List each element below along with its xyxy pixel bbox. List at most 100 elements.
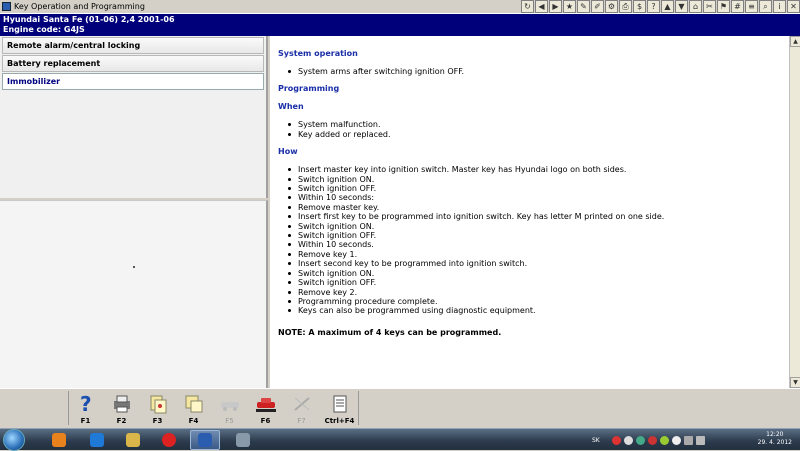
chart-icon[interactable]: ≡ xyxy=(745,0,758,13)
opera-icon[interactable] xyxy=(154,430,184,450)
title-bar: Key Operation and Programming ↻ ◀ ▶ ★ ✎ ✐ ⚙ ⎙ $?… xyxy=(0,0,800,14)
arrow-down-icon[interactable]: ▼ xyxy=(675,0,688,13)
info-icon[interactable]: i xyxy=(773,0,786,13)
settings-icon[interactable]: ⚙ xyxy=(605,0,618,13)
tray-app-icon[interactable] xyxy=(612,435,621,445)
tools-icon[interactable]: ✂ xyxy=(703,0,716,13)
fkey-label: F1 xyxy=(80,417,91,425)
svg-text:?: ? xyxy=(80,394,92,414)
heading-system-operation: System operation xyxy=(278,49,358,58)
start-button[interactable] xyxy=(3,429,25,451)
app-glyph xyxy=(236,433,250,447)
list-item: Insert second key to be programmed into … xyxy=(288,259,781,268)
clock-date: 29. 4. 2012 xyxy=(757,439,792,446)
arrow-up-icon[interactable]: ▲ xyxy=(661,0,674,13)
tray-app-icon[interactable] xyxy=(636,435,645,445)
app-glyph xyxy=(90,433,104,447)
function-key-bar: ? F1 F2 F3 F4 F5 F6 F7 Ctrl+F4 xyxy=(0,388,800,428)
scroll-down-icon[interactable]: ▼ xyxy=(790,377,800,388)
heading-how: How xyxy=(278,147,298,157)
document-icon xyxy=(147,393,169,415)
vehicle-model: Hyundai Santa Fe (01-06) 2,4 2001-06 xyxy=(3,15,175,24)
autodata-icon[interactable] xyxy=(190,430,220,450)
nav-panel: Remote alarm/central locking Battery rep… xyxy=(0,36,268,198)
fkey-f4-button[interactable]: F4 xyxy=(176,391,211,427)
content-pane: System operation System arms after switc… xyxy=(270,36,789,388)
tray-app-icon[interactable] xyxy=(648,435,657,445)
fkey-f3-button[interactable]: F3 xyxy=(140,391,175,427)
heading-when: When xyxy=(278,102,304,112)
list-item: Switch ignition ON. xyxy=(288,269,781,278)
list-item: Switch ignition OFF. xyxy=(288,231,781,240)
fkey-label: F5 xyxy=(225,417,234,425)
panel-marker xyxy=(133,266,135,268)
app-glyph xyxy=(198,433,212,447)
list-item: Remove master key. xyxy=(288,203,781,212)
fkey-label: F6 xyxy=(260,417,271,425)
fkey-f1-button[interactable]: ? F1 xyxy=(68,391,103,427)
app-icon xyxy=(2,2,11,11)
list-item: Remove key 2. xyxy=(288,288,781,297)
calculator-icon[interactable]: # xyxy=(731,0,744,13)
bookmark-icon[interactable]: ★ xyxy=(563,0,576,13)
list-item: Programming procedure complete. xyxy=(288,297,781,306)
fkey-f6-button[interactable]: F6 xyxy=(248,391,283,427)
clock[interactable]: 12:20 29. 4. 2012 xyxy=(758,431,792,447)
list-item: Switch ignition OFF. xyxy=(288,278,781,287)
notes-icon xyxy=(329,393,351,415)
list-item: Switch ignition ON. xyxy=(288,222,781,231)
fkey-label: F4 xyxy=(188,417,199,425)
app-glyph xyxy=(52,433,66,447)
vertical-scrollbar[interactable]: ▲ ▼ xyxy=(789,36,800,388)
list-item: Within 10 seconds: xyxy=(288,193,781,202)
list-item: Key added or replaced. xyxy=(288,130,781,139)
zoom-icon[interactable]: ⌕ xyxy=(759,0,772,13)
scroll-up-icon[interactable]: ▲ xyxy=(790,36,800,47)
refresh-icon[interactable]: ↻ xyxy=(521,0,534,13)
fkey-label: F3 xyxy=(152,417,163,425)
forward-icon[interactable]: ▶ xyxy=(549,0,562,13)
notes-icon[interactable]: ✎ xyxy=(577,0,590,13)
fkey-ctrl-f4-button[interactable]: Ctrl+F4 xyxy=(322,391,357,427)
dollar-icon[interactable]: $ xyxy=(633,0,646,13)
home-icon[interactable]: ⌂ xyxy=(689,0,702,13)
list-item: Insert first key to be programmed into i… xyxy=(288,212,781,221)
vehicle-info-bar: Hyundai Santa Fe (01-06) 2,4 2001-06 Eng… xyxy=(0,14,800,36)
list-item: Keys can also be programmed using diagno… xyxy=(288,306,781,315)
network-icon[interactable] xyxy=(684,435,693,445)
app-glyph xyxy=(126,433,140,447)
top-toolbar: ↻ ◀ ▶ ★ ✎ ✐ ⚙ ⎙ $? ▲ ▼ ⌂ ✂ ⚑ # ≡ ⌕ i ✕ xyxy=(521,0,800,14)
system-tray xyxy=(612,433,708,447)
file-explorer-icon[interactable] xyxy=(118,430,148,450)
exit-icon[interactable]: ✕ xyxy=(787,0,800,13)
list-item: Switch ignition OFF. xyxy=(288,184,781,193)
when-list: System malfunction. Key added or replace… xyxy=(278,120,781,139)
fkey-f2-button[interactable]: F2 xyxy=(104,391,139,427)
language-indicator[interactable]: SK xyxy=(592,433,600,447)
clock-time: 12:20 xyxy=(766,431,784,438)
help-icon[interactable]: ? xyxy=(647,0,660,13)
car-icon xyxy=(219,393,241,415)
heading-programming: Programming xyxy=(278,84,340,94)
nav-item-remote-alarm[interactable]: Remote alarm/central locking xyxy=(2,37,264,54)
nav-item-immobilizer[interactable]: Immobilizer xyxy=(2,73,264,90)
flag-icon[interactable]: ⚑ xyxy=(717,0,730,13)
internet-explorer-icon[interactable] xyxy=(82,430,112,450)
car-diagnostic-icon xyxy=(255,393,277,415)
tray-app-icon[interactable] xyxy=(624,435,633,445)
settings-app-icon[interactable] xyxy=(228,430,258,450)
list-item: System arms after switching ignition OFF… xyxy=(288,67,781,76)
back-icon[interactable]: ◀ xyxy=(535,0,548,13)
nav-item-battery-replacement[interactable]: Battery replacement xyxy=(2,55,264,72)
engine-code: Engine code: G4JS xyxy=(3,25,85,34)
print-icon[interactable]: ⎙ xyxy=(619,0,632,13)
tray-app-icon[interactable] xyxy=(660,435,669,445)
app-glyph xyxy=(162,433,176,447)
help-icon: ? xyxy=(75,393,97,415)
volume-icon[interactable] xyxy=(696,435,705,445)
edit-icon[interactable]: ✐ xyxy=(591,0,604,13)
os-taskbar: SK 12:20 29. 4. 2012 xyxy=(0,428,800,451)
tray-app-icon[interactable] xyxy=(672,435,681,445)
media-player-icon[interactable] xyxy=(44,430,74,450)
note-text: NOTE: A maximum of 4 keys can be program… xyxy=(278,327,502,337)
